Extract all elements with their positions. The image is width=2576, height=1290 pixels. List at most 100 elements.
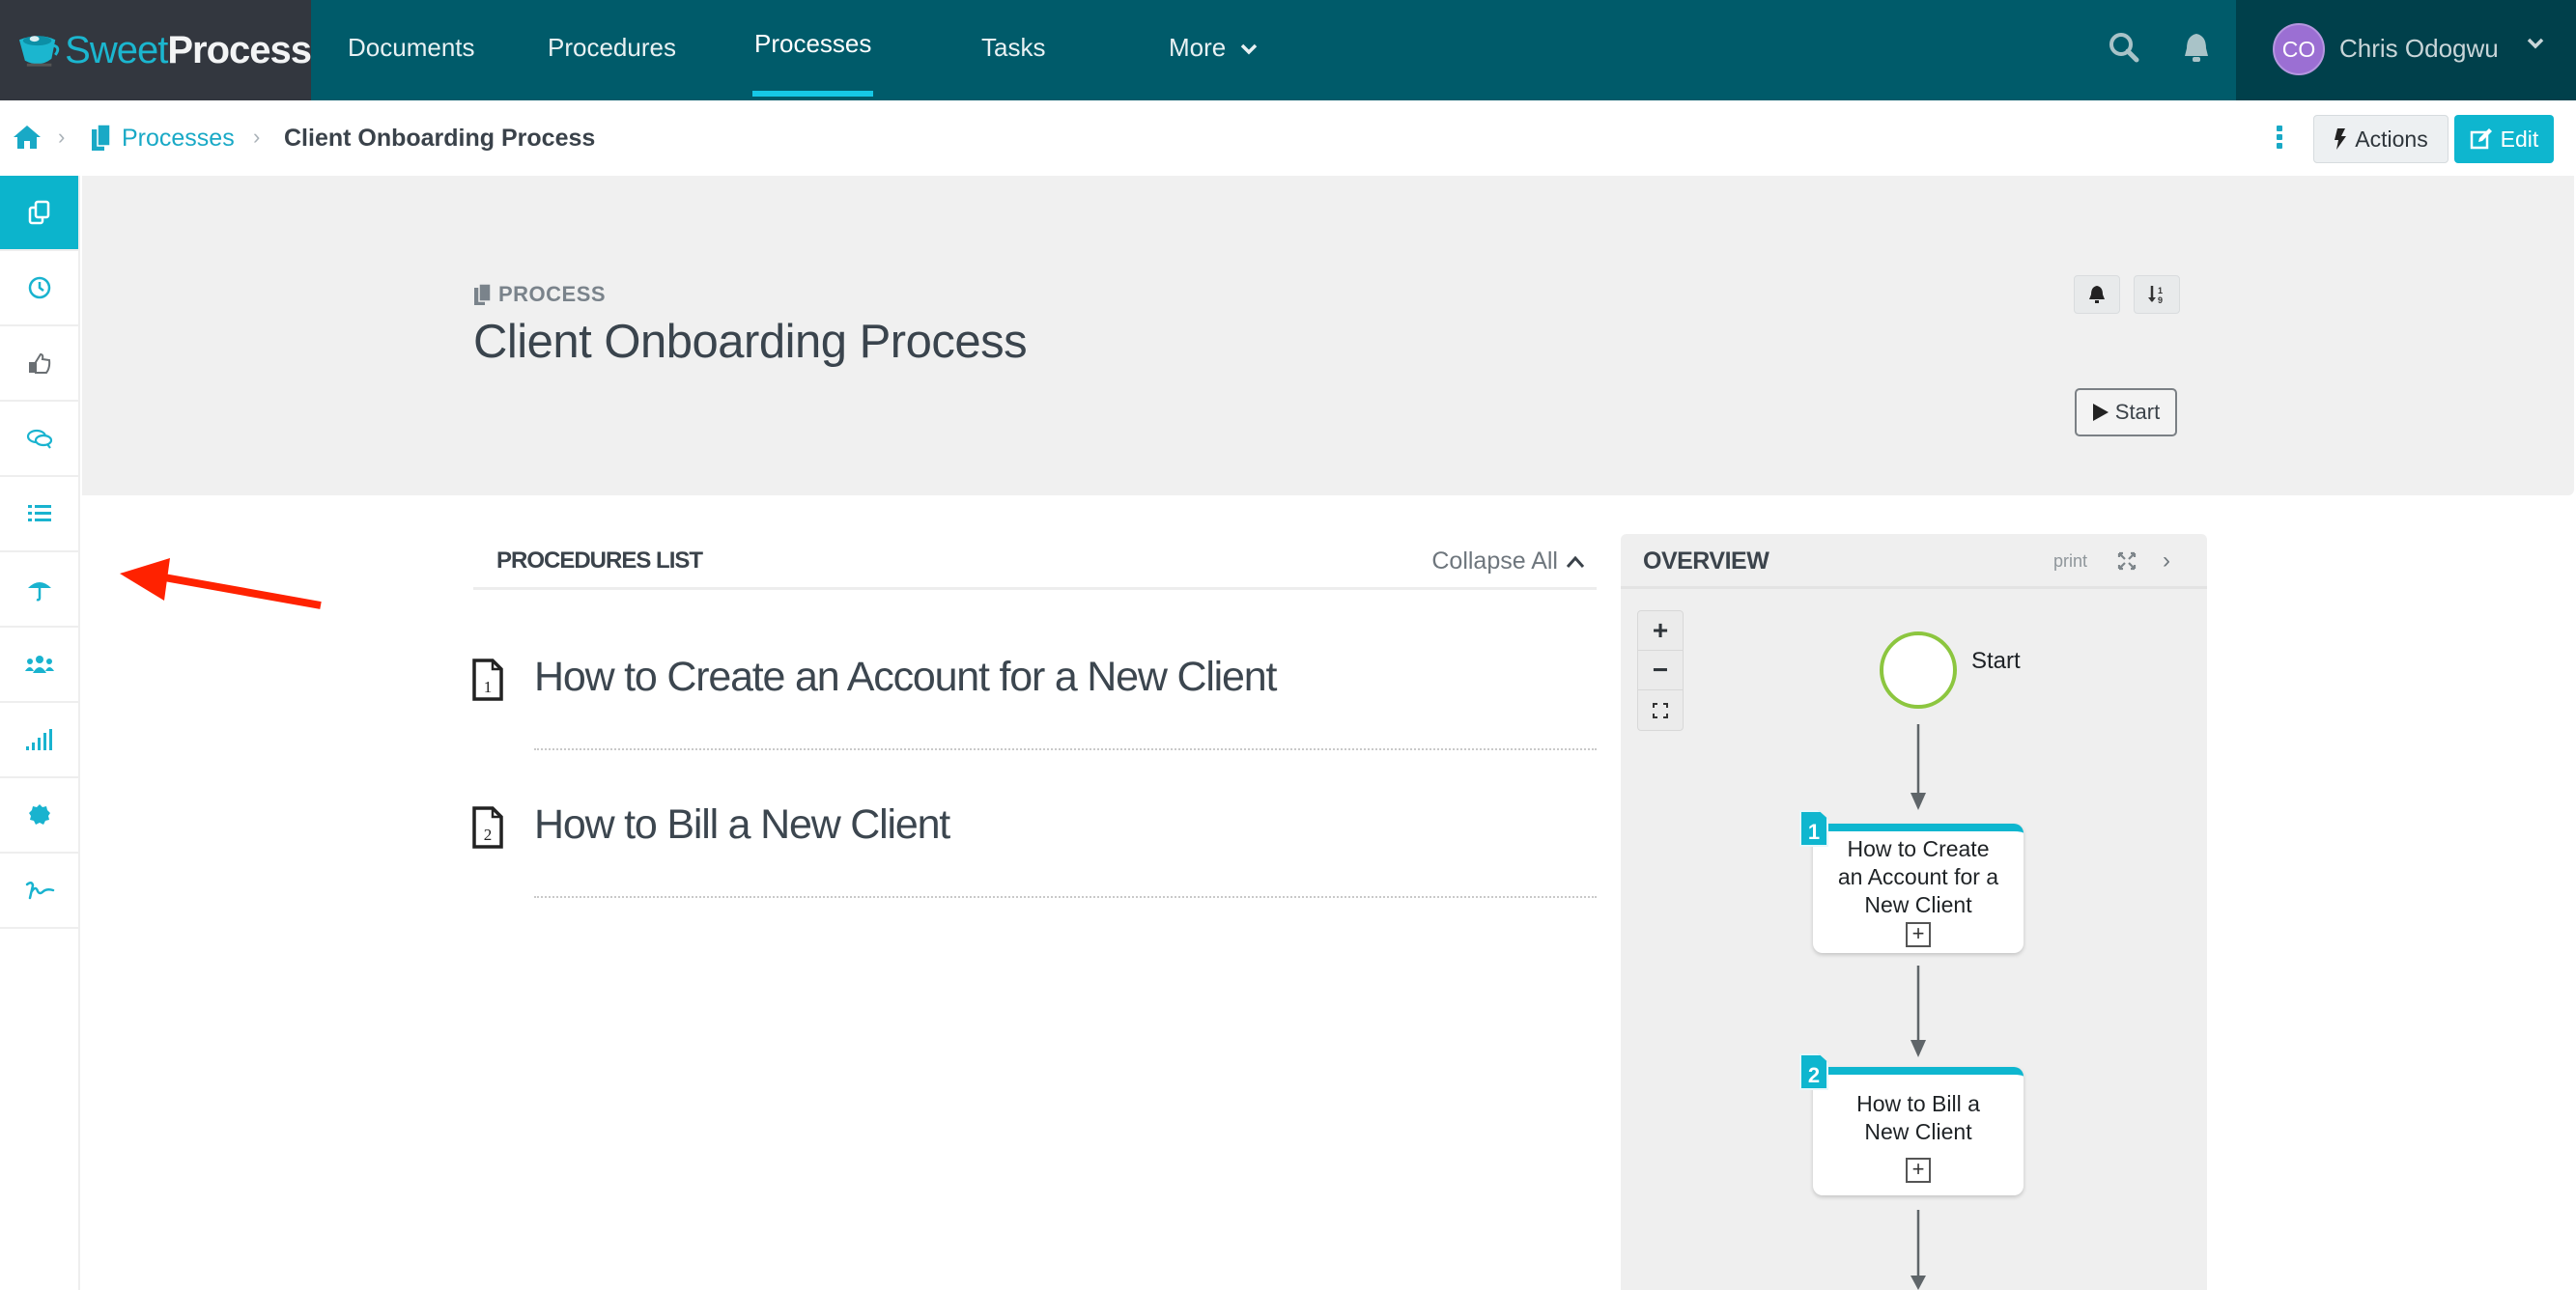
nav-processes[interactable]: Processes [751, 0, 874, 97]
stats-bars-icon [25, 729, 52, 750]
node-label-line: New Client [1864, 1119, 1972, 1144]
nav-procedures[interactable]: Procedures [548, 0, 676, 100]
brand-name-sweet: Sweet [65, 28, 168, 71]
svg-text:9: 9 [2158, 295, 2163, 305]
sidebar-item-approvals[interactable] [0, 326, 78, 402]
procedure-number: 1 [484, 678, 493, 696]
nav-tasks[interactable]: Tasks [981, 0, 1045, 100]
start-process-button[interactable]: Start [2075, 388, 2177, 436]
annotation-arrow [120, 558, 322, 609]
umbrella-icon [27, 582, 51, 602]
flow-arrowhead [1911, 1276, 1926, 1290]
node-number-badge: 1 [1799, 810, 1828, 847]
sort-button[interactable]: 1 9 [2134, 275, 2180, 314]
flow-arrowhead [1911, 1040, 1926, 1057]
sidebar-item-team[interactable] [0, 628, 78, 703]
cup-logo-icon [18, 36, 60, 67]
process-header: PROCESS Client Onboarding Process 1 9 St… [82, 176, 2574, 495]
start-node-label: Start [1971, 648, 2021, 674]
history-clock-icon [28, 276, 50, 299]
nav-more[interactable]: More [1169, 0, 1258, 100]
flow-node-procedure[interactable]: 2 How to Bill a New Client + [1799, 1053, 2024, 1195]
procedure-number: 2 [484, 826, 493, 844]
process-type-label: PROCESS [473, 282, 606, 307]
numbered-document-icon: 2 [472, 806, 503, 849]
procedure-title[interactable]: How to Create an Account for a New Clien… [534, 654, 1277, 701]
chevron-down-icon [2527, 38, 2544, 49]
sidebar-item-documents[interactable] [0, 176, 78, 251]
page-title: Client Onboarding Process [473, 316, 1028, 368]
start-label: Start [2114, 400, 2161, 424]
sort-numeric-icon: 1 9 [2148, 286, 2163, 305]
actions-label: Actions [2355, 126, 2428, 152]
divider [534, 748, 1597, 750]
actions-button[interactable]: Actions [2313, 115, 2449, 163]
sidebar-item-reports[interactable] [0, 703, 78, 778]
breadcrumb-processes[interactable]: Processes [122, 100, 235, 176]
user-menu[interactable]: CO Chris Odogwu [2236, 0, 2576, 100]
thumbs-up-icon [28, 352, 50, 374]
breadcrumb-separator: › [253, 125, 261, 149]
home-icon[interactable] [12, 124, 42, 151]
procedures-list-title: PROCEDURES LIST [496, 547, 703, 574]
avatar: CO [2273, 23, 2325, 75]
comments-icon [26, 429, 52, 449]
overview-panel: OVERVIEW print › + − Start 1 How to Crea… [1621, 534, 2207, 1290]
edit-pencil-icon [2470, 128, 2492, 150]
chevron-up-icon [1566, 555, 1585, 568]
documents-icon [474, 283, 492, 305]
breadcrumb-separator: › [58, 125, 66, 149]
sidebar-item-history[interactable] [0, 251, 78, 326]
collapse-all-label: Collapse All [1431, 547, 1558, 575]
user-name: Chris Odogwu [2339, 34, 2499, 63]
expand-node-icon[interactable]: + [1906, 1158, 1931, 1183]
procedure-list-item[interactable]: 1 How to Create an Account for a New Cli… [467, 640, 1597, 717]
nav-more-label: More [1169, 33, 1227, 62]
chevron-down-icon [1241, 43, 1258, 55]
checklist-icon [27, 505, 51, 521]
search-icon[interactable] [2106, 29, 2144, 68]
divider [534, 896, 1597, 898]
team-icon [24, 656, 54, 673]
expand-node-icon[interactable]: + [1906, 922, 1931, 947]
collapse-all-button[interactable]: Collapse All [1431, 547, 1585, 575]
flow-node-procedure[interactable]: 1 How to Create an Account for a New Cli… [1799, 810, 2024, 953]
svg-text:1: 1 [2158, 286, 2163, 295]
process-eyebrow-text: PROCESS [498, 282, 607, 306]
sidebar-item-checklist[interactable] [0, 477, 78, 552]
flow-arrowhead [1911, 793, 1926, 810]
play-icon [2092, 404, 2109, 421]
node-number-badge: 2 [1799, 1053, 1828, 1090]
procedure-list-item[interactable]: 2 How to Bill a New Client [467, 788, 1597, 865]
badge-icon [28, 804, 50, 825]
node-label-line: an Account for a [1837, 864, 1999, 889]
start-node[interactable] [1880, 631, 1957, 709]
edit-button[interactable]: Edit [2454, 115, 2554, 163]
sidebar-item-signatures[interactable] [0, 854, 78, 929]
nav-documents[interactable]: Documents [348, 0, 475, 100]
procedures-list-header: PROCEDURES LIST Collapse All [473, 534, 1597, 590]
sidebar [0, 176, 80, 1290]
bell-icon [2089, 286, 2105, 303]
node-label-line: New Client [1864, 892, 1972, 917]
sidebar-item-policies[interactable] [0, 552, 78, 628]
lightning-bolt-icon [2335, 128, 2347, 150]
breadcrumb: › Processes › Client Onboarding Process [0, 100, 2576, 176]
sidebar-item-badges[interactable] [0, 778, 78, 854]
bell-icon[interactable] [2177, 29, 2216, 68]
top-navbar: SweetProcess Documents Procedures Proces… [0, 0, 2576, 100]
procedure-title[interactable]: How to Bill a New Client [534, 801, 950, 849]
node-label-line: How to Bill a [1856, 1091, 1980, 1116]
numbered-document-icon: 1 [472, 659, 503, 701]
brand-logo[interactable]: SweetProcess [0, 0, 312, 100]
documents-icon [92, 124, 111, 151]
breadcrumb-current: Client Onboarding Process [284, 125, 596, 152]
documents-icon [28, 200, 49, 225]
brand-name-process: Process [167, 28, 312, 71]
subscribe-button[interactable] [2074, 275, 2120, 314]
sidebar-item-comments[interactable] [0, 402, 78, 477]
more-options-kebab-icon[interactable] [2277, 126, 2284, 151]
signature-icon [25, 882, 54, 900]
edit-label: Edit [2500, 126, 2539, 152]
node-label-line: How to Create [1847, 836, 1990, 861]
